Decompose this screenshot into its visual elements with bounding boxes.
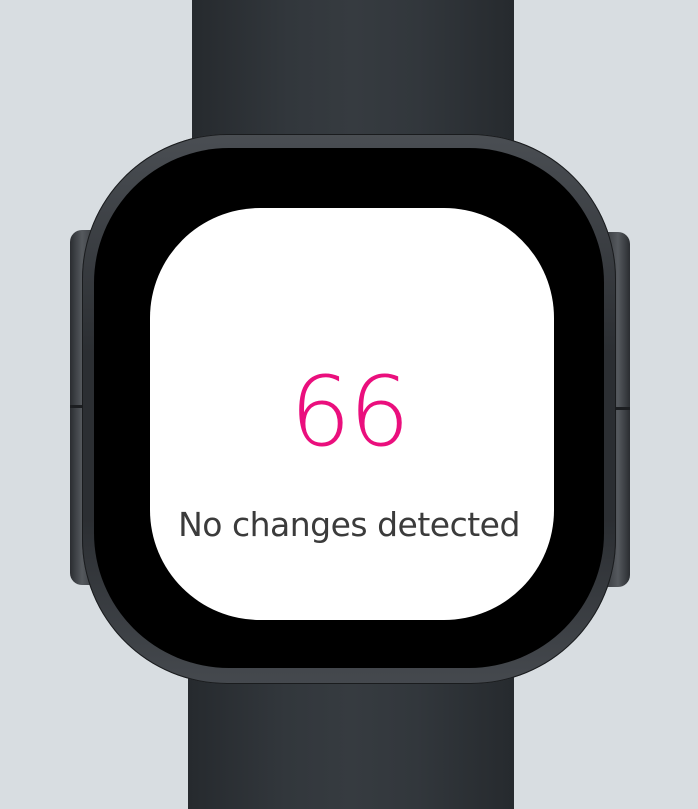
status-message: No changes detected [178,505,520,544]
reading-value: 66 [289,356,410,468]
